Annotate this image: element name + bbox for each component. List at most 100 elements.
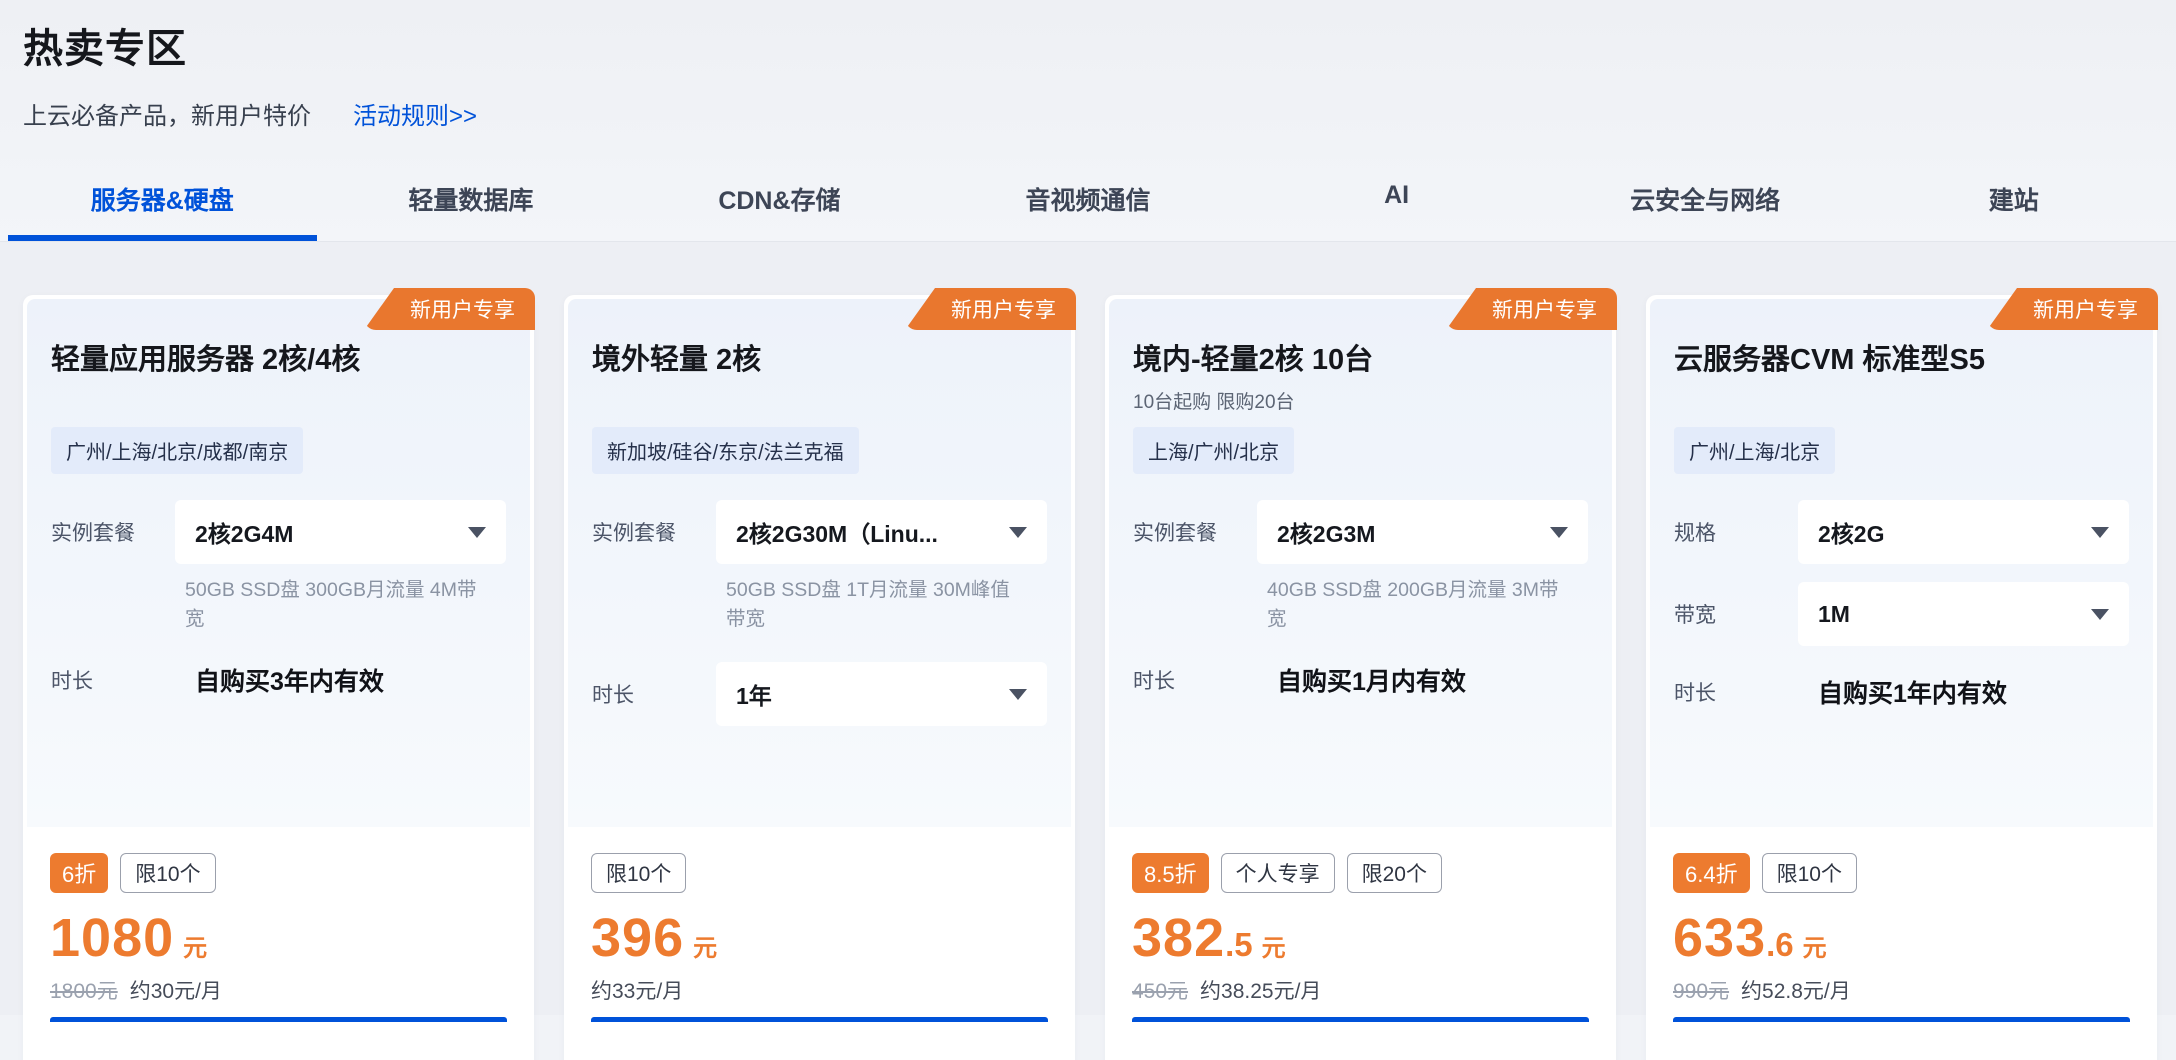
monthly-price: 约33元/月 (591, 975, 683, 1005)
product-card-cvm-s5: 新用户专享 云服务器CVM 标准型S5 广州/上海/北京 规格 2核2G 带宽 (1646, 295, 2157, 1060)
chevron-down-icon (468, 527, 486, 538)
bandwidth-select-value: 1M (1818, 601, 1850, 628)
price-integer: 382 (1132, 907, 1225, 969)
price-value: 396 元 (591, 907, 1048, 967)
region-tag: 新加坡/硅谷/东京/法兰克福 (592, 427, 859, 474)
duration-select-value: 1年 (736, 677, 772, 711)
card-price-section: 限10个 396 元 约33元/月 (564, 827, 1075, 1022)
duration-label: 时长 (51, 665, 175, 695)
buy-button-top[interactable] (50, 1017, 507, 1022)
tab-label: 音视频通信 (1026, 187, 1151, 215)
monthly-price: 约38.25元/月 (1200, 975, 1321, 1005)
price-unit: 元 (1262, 928, 1286, 963)
subtitle-row: 上云必备产品，新用户特价 活动规则>> (23, 96, 2176, 131)
tab-label: 云安全与网络 (1630, 187, 1780, 215)
price-integer: 1080 (50, 907, 174, 969)
chevron-down-icon (1009, 527, 1027, 538)
duration-value: 自购买1年内有效 (1798, 674, 2007, 710)
price-value: 382 .5 元 (1132, 907, 1589, 967)
card-config-section: 境内-轻量2核 10台 10台起购 限购20台 上海/广州/北京 实例套餐 2核… (1109, 299, 1612, 827)
product-card-domestic-lighthouse-bundle: 新用户专享 境内-轻量2核 10台 10台起购 限购20台 上海/广州/北京 实… (1105, 295, 1616, 1060)
duration-value: 自购买1月内有效 (1257, 662, 1466, 698)
page-header: 热卖专区 上云必备产品，新用户特价 活动规则>> 服务器&硬盘 轻量数据库 CD… (0, 0, 2176, 241)
spec-select[interactable]: 2核2G4M (175, 500, 506, 564)
limit-badge: 限10个 (591, 853, 686, 893)
region-tag: 上海/广州/北京 (1133, 427, 1294, 474)
tab-lite-database[interactable]: 轻量数据库 (317, 181, 626, 241)
tab-label: 轻量数据库 (408, 187, 533, 215)
card-title: 云服务器CVM 标准型S5 (1674, 341, 2129, 379)
spec-select[interactable]: 2核2G30M（Linu... (716, 500, 1047, 564)
limit-badge: 限20个 (1347, 853, 1442, 893)
price-unit: 元 (693, 928, 717, 963)
original-price: 990元 (1673, 975, 1729, 1005)
duration-label: 时长 (1674, 677, 1798, 707)
card-title: 轻量应用服务器 2核/4核 (51, 341, 506, 379)
spec-select-value: 2核2G4M (195, 515, 293, 549)
activity-rules-link[interactable]: 活动规则>> (353, 96, 477, 131)
duration-label: 时长 (1133, 665, 1257, 695)
new-user-ribbon: 新用户专享 (905, 288, 1076, 330)
price-value: 633 .6 元 (1673, 907, 2130, 967)
price-unit: 元 (1803, 928, 1827, 963)
chevron-down-icon (1009, 689, 1027, 700)
new-user-ribbon: 新用户专享 (1446, 288, 1617, 330)
discount-badge: 8.5折 (1132, 853, 1209, 893)
buy-button-top[interactable] (1673, 1017, 2130, 1022)
product-card-list: 新用户专享 轻量应用服务器 2核/4核 广州/上海/北京/成都/南京 实例套餐 … (0, 242, 2176, 1060)
limit-badge: 限10个 (1762, 853, 1857, 893)
spec-label: 实例套餐 (1133, 517, 1257, 547)
tab-audio-video[interactable]: 音视频通信 (934, 181, 1243, 241)
spec-note: 50GB SSD盘 300GB月流量 4M带宽 (185, 576, 506, 634)
tab-website[interactable]: 建站 (1859, 181, 2168, 241)
monthly-price: 约52.8元/月 (1741, 975, 1851, 1005)
tab-ai[interactable]: AI (1242, 181, 1551, 241)
spec-select[interactable]: 2核2G (1798, 500, 2129, 564)
card-config-section: 轻量应用服务器 2核/4核 广州/上海/北京/成都/南京 实例套餐 2核2G4M… (27, 299, 530, 827)
duration-value: 自购买3年内有效 (175, 662, 384, 698)
tab-panel-server-disk: 新用户专享 轻量应用服务器 2核/4核 广州/上海/北京/成都/南京 实例套餐 … (0, 241, 2176, 1015)
bandwidth-select[interactable]: 1M (1798, 582, 2129, 646)
duration-select[interactable]: 1年 (716, 662, 1047, 726)
buy-button-top[interactable] (591, 1017, 1048, 1022)
spec-select-value: 2核2G3M (1277, 515, 1375, 549)
spec-label: 实例套餐 (51, 517, 175, 547)
price-integer: 633 (1673, 907, 1766, 969)
page-title: 热卖专区 (23, 16, 2176, 74)
chevron-down-icon (2091, 527, 2109, 538)
card-config-section: 境外轻量 2核 新加坡/硅谷/东京/法兰克福 实例套餐 2核2G30M（Linu… (568, 299, 1071, 827)
limit-badge: 个人专享 (1221, 853, 1335, 893)
tab-security-network[interactable]: 云安全与网络 (1551, 181, 1860, 241)
buy-button-top[interactable] (1132, 1017, 1589, 1022)
tab-label: 建站 (1989, 187, 2039, 215)
card-price-section: 6.4折 限10个 633 .6 元 990元 约52.8元/月 (1646, 827, 2157, 1022)
price-unit: 元 (183, 928, 207, 963)
tab-server-disk[interactable]: 服务器&硬盘 (8, 181, 317, 241)
price-decimal: .6 (1766, 926, 1794, 964)
new-user-ribbon: 新用户专享 (364, 288, 535, 330)
tab-label: AI (1384, 181, 1409, 209)
tab-cdn-storage[interactable]: CDN&存储 (625, 181, 934, 241)
page-subtitle: 上云必备产品，新用户特价 (23, 96, 311, 131)
spec-label: 实例套餐 (592, 517, 716, 547)
price-decimal: .5 (1225, 926, 1253, 964)
original-price: 450元 (1132, 975, 1188, 1005)
category-tabs: 服务器&硬盘 轻量数据库 CDN&存储 音视频通信 AI 云安全与网络 建站 (0, 181, 2176, 241)
chevron-down-icon (2091, 609, 2109, 620)
card-price-section: 6折 限10个 1080 元 1800元 约30元/月 (23, 827, 534, 1022)
card-subtitle: 10台起购 限购20台 (1133, 387, 1588, 414)
card-title: 境内-轻量2核 10台 (1133, 341, 1588, 379)
chevron-down-icon (1550, 527, 1568, 538)
card-config-section: 云服务器CVM 标准型S5 广州/上海/北京 规格 2核2G 带宽 1M (1650, 299, 2153, 827)
price-value: 1080 元 (50, 907, 507, 967)
spec-select-value: 2核2G30M（Linu... (736, 515, 938, 549)
region-tag: 广州/上海/北京/成都/南京 (51, 427, 303, 474)
spec-select[interactable]: 2核2G3M (1257, 500, 1588, 564)
duration-label: 时长 (592, 679, 716, 709)
discount-badge: 6.4折 (1673, 853, 1750, 893)
card-price-section: 8.5折 个人专享 限20个 382 .5 元 450元 约38.25元/月 (1105, 827, 1616, 1022)
spec-note: 40GB SSD盘 200GB月流量 3M带宽 (1267, 576, 1588, 634)
card-title: 境外轻量 2核 (592, 341, 1047, 379)
active-tab-indicator (8, 235, 317, 241)
spec-label: 规格 (1674, 517, 1798, 547)
